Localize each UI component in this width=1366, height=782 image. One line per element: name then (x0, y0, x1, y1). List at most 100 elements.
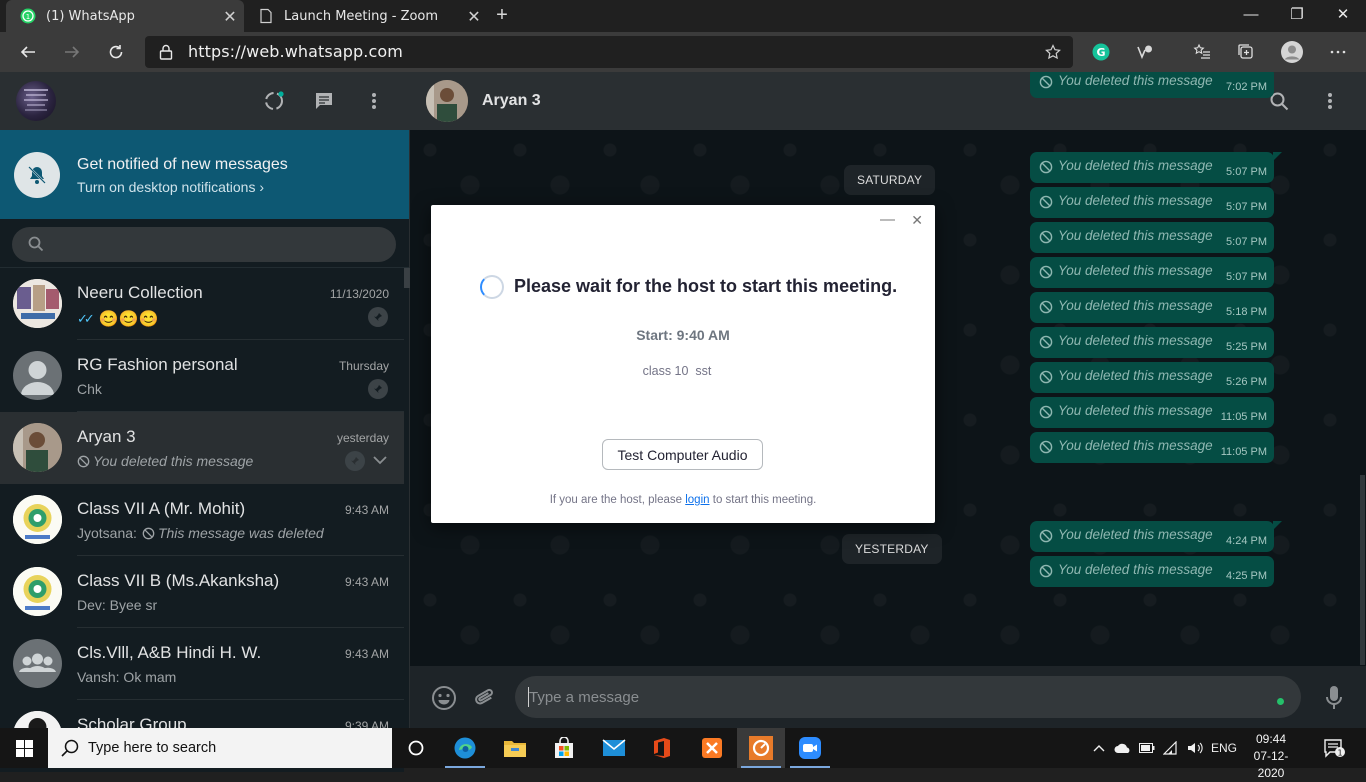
outgoing-message[interactable]: You deleted this message 5:25 PM (1030, 327, 1274, 358)
scrollbar-thumb[interactable] (1360, 475, 1365, 665)
my-profile-avatar[interactable] (16, 81, 56, 121)
contact-avatar (13, 423, 62, 472)
favorites-button[interactable] (1186, 36, 1218, 68)
battery-icon (1139, 743, 1155, 753)
taskbar-file-explorer[interactable] (491, 728, 539, 768)
taskbar-store[interactable] (540, 728, 588, 768)
chat-item-neeru-collection[interactable]: Neeru Collection 11/13/2020 ✓✓ 😊😊😊 (0, 268, 404, 340)
windows-taskbar: Type here to search ENG 09:44 07-12-2020… (0, 728, 1366, 780)
outgoing-message[interactable]: You deleted this message 5:07 PM (1030, 222, 1274, 253)
taskbar-zoom[interactable] (786, 728, 834, 768)
speaker-icon (1188, 742, 1203, 754)
outgoing-message[interactable]: You deleted this message 7:02 PM (1030, 72, 1274, 98)
tab-close-icon[interactable]: ✕ (460, 7, 488, 26)
taskbar-search-box[interactable]: Type here to search (48, 728, 392, 768)
chat-list: Neeru Collection 11/13/2020 ✓✓ 😊😊😊 RG Fa… (0, 268, 404, 772)
grammarly-extension-button[interactable]: G (1085, 36, 1117, 68)
volume-tray[interactable] (1184, 728, 1206, 768)
conversation-scrollbar[interactable] (1359, 130, 1366, 666)
chat-item-class-vii-b[interactable]: Class VII B (Ms.Akanksha) 9:43 AM Dev: B… (0, 556, 404, 628)
task-view-icon (408, 740, 424, 756)
task-view-button[interactable] (392, 728, 440, 768)
tab-zoom[interactable]: Launch Meeting - Zoom ✕ (244, 0, 488, 32)
menu-button[interactable] (362, 89, 386, 113)
group-avatar (13, 495, 62, 544)
profile-button[interactable] (1276, 36, 1308, 68)
minimize-window-button[interactable]: — (1228, 0, 1274, 32)
taskbar-xampp[interactable] (688, 728, 736, 768)
taskbar-office[interactable] (638, 728, 686, 768)
tab-whatsapp[interactable]: 1 (1) WhatsApp ✕ (6, 0, 244, 32)
chat-item-rg-fashion-personal[interactable]: RG Fashion personal Thursday Chk (0, 340, 404, 412)
battery-tray[interactable] (1136, 728, 1158, 768)
extension-chat-icon (1137, 45, 1152, 60)
more-vertical-icon[interactable] (1327, 92, 1333, 110)
enable-notifications-link[interactable]: Turn on desktop notifications › (77, 179, 264, 195)
contact-avatar[interactable] (426, 80, 468, 122)
status-button[interactable] (262, 89, 286, 113)
restore-window-button[interactable]: ❐ (1274, 0, 1320, 32)
extension-button[interactable] (1129, 36, 1161, 68)
favorite-star-icon[interactable] (1045, 44, 1061, 60)
deleted-message-icon (1039, 564, 1053, 578)
notification-banner[interactable]: Get notified of new messages Turn on des… (0, 130, 409, 219)
outgoing-message[interactable]: You deleted this message 5:07 PM (1030, 187, 1274, 218)
minimize-dialog-button[interactable]: — (880, 211, 895, 228)
collections-button[interactable] (1230, 36, 1262, 68)
search-input[interactable] (62, 227, 382, 262)
profile-picture-icon (24, 89, 48, 111)
tab-close-icon[interactable]: ✕ (216, 7, 244, 26)
voice-message-button[interactable] (1321, 685, 1347, 711)
back-button[interactable] (12, 36, 44, 68)
action-center-button[interactable]: 1 (1318, 728, 1350, 768)
chevron-down-icon[interactable] (373, 456, 387, 465)
outgoing-message[interactable]: You deleted this message 4:25 PM (1030, 556, 1274, 587)
settings-more-button[interactable] (1322, 36, 1354, 68)
wifi-tray[interactable] (1160, 728, 1182, 768)
taskbar-edge[interactable] (441, 728, 489, 768)
close-window-button[interactable]: ✕ (1320, 0, 1366, 32)
chat-preview: Vansh: Ok mam (77, 669, 176, 685)
date-separator: SATURDAY (844, 165, 936, 195)
folder-icon (504, 741, 526, 757)
url-bar[interactable]: https://web.whatsapp.com (145, 36, 1073, 68)
outgoing-message[interactable]: You deleted this message 5:07 PM (1030, 152, 1282, 183)
notification-icon: 1 (1324, 739, 1345, 758)
taskbar-clock[interactable]: 09:44 07-12-2020 (1243, 731, 1299, 782)
message-input[interactable] (515, 676, 1301, 718)
attach-button[interactable] (472, 685, 498, 711)
message-text: You deleted this message (1058, 158, 1213, 173)
chat-item-class-vii-a[interactable]: Class VII A (Mr. Mohit) 9:43 AM Jyotsana… (0, 484, 404, 556)
svg-text:1: 1 (26, 13, 30, 21)
chat-item-cls-viii-hindi[interactable]: Cls.Vlll, A&B Hindi H. W. 9:43 AM Vansh:… (0, 628, 404, 700)
outgoing-message[interactable]: You deleted this message 11:05 PM (1030, 397, 1274, 428)
message-composer (410, 666, 1366, 728)
onedrive-tray[interactable] (1112, 728, 1134, 768)
outgoing-message[interactable]: You deleted this message 5:07 PM (1030, 257, 1274, 288)
refresh-button[interactable] (100, 36, 132, 68)
outgoing-message[interactable]: You deleted this message 5:18 PM (1030, 292, 1274, 323)
forward-button[interactable] (56, 36, 88, 68)
new-chat-button[interactable] (312, 89, 336, 113)
outgoing-message[interactable]: You deleted this message 4:24 PM (1030, 521, 1282, 552)
taskbar-mail[interactable] (590, 728, 638, 768)
close-dialog-button[interactable]: ✕ (911, 212, 923, 229)
show-hidden-icons-button[interactable] (1088, 728, 1110, 768)
new-tab-button[interactable]: + (490, 0, 514, 32)
chat-preview: Chk (77, 381, 102, 397)
chat-item-aryan-3[interactable]: Aryan 3 yesterday You deleted this messa… (0, 412, 404, 484)
emoji-button[interactable] (431, 685, 457, 711)
outgoing-message[interactable]: You deleted this message 11:05 PM (1030, 432, 1274, 463)
start-button[interactable] (0, 728, 48, 768)
cloud-icon (1114, 743, 1130, 753)
message-text: You deleted this message (1058, 193, 1213, 208)
taskbar-app-active[interactable] (737, 728, 785, 768)
login-link[interactable]: login (685, 494, 709, 506)
test-computer-audio-button[interactable]: Test Computer Audio (602, 439, 763, 470)
search-box[interactable] (12, 227, 396, 262)
preview-text: Chk (77, 381, 102, 397)
zoom-waiting-dialog: — ✕ Please wait for the host to start th… (431, 205, 935, 523)
input-language[interactable]: ENG (1208, 728, 1240, 768)
chat-name: Cls.Vlll, A&B Hindi H. W. (77, 643, 262, 662)
outgoing-message[interactable]: You deleted this message 5:26 PM (1030, 362, 1274, 393)
